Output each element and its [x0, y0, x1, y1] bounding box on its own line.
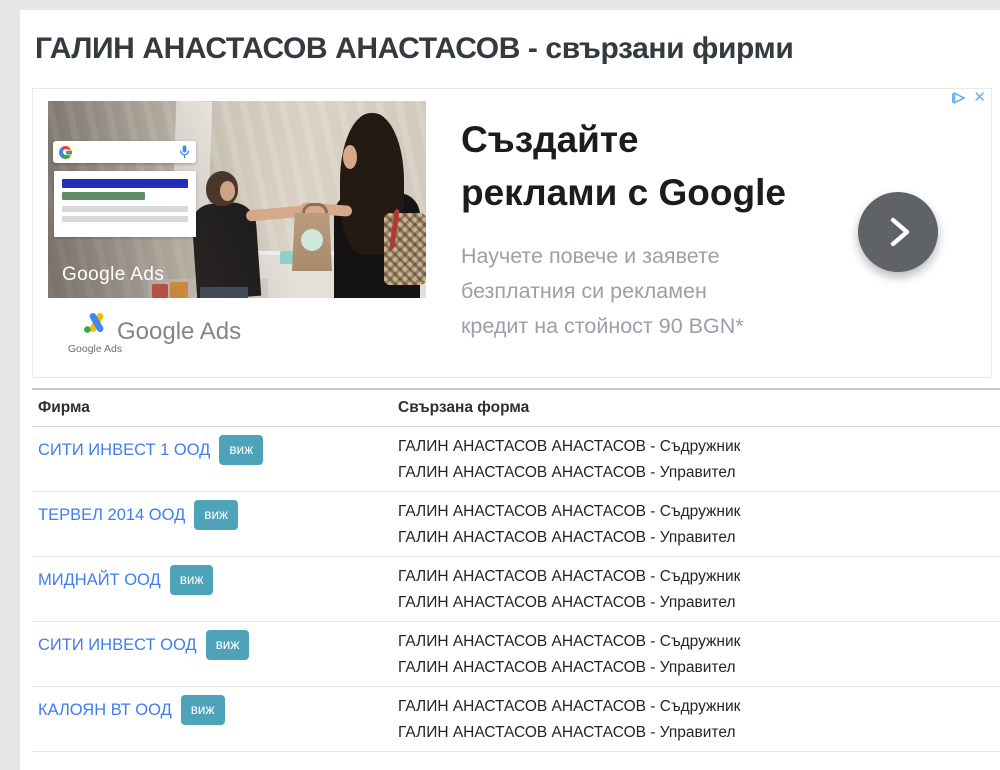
relations-cell: ГАЛИН АНАСТАСОВ АНАСТАСОВ - Съдружник ГА…	[398, 432, 994, 486]
relation-line: ГАЛИН АНАСТАСОВ АНАСТАСОВ - Съдружник	[398, 564, 994, 590]
company-link[interactable]: СИТИ ИНВЕСТ 1 ООД	[38, 441, 210, 460]
company-cell: КАЛОЯН ВТ ООД виж	[38, 692, 398, 728]
close-icon[interactable]: ✕	[973, 91, 986, 105]
ad-banner[interactable]: ✕	[32, 88, 992, 378]
table-header: Фирма Свързана форма	[32, 388, 1000, 427]
content-card: ГАЛИН АНАСТАСОВ АНАСТАСОВ - свързани фир…	[20, 10, 1000, 770]
google-g-icon	[59, 146, 72, 159]
relation-line: ГАЛИН АНАСТАСОВ АНАСТАСОВ - Съдружник	[398, 499, 994, 525]
header-company: Фирма	[38, 399, 398, 417]
adchoices-icon[interactable]	[951, 91, 967, 105]
ad-headline-line: Създайте	[461, 113, 786, 166]
company-link[interactable]: КАЛОЯН ВТ ООД	[38, 701, 172, 720]
relation-line: ГАЛИН АНАСТАСОВ АНАСТАСОВ - Управител	[398, 525, 994, 551]
ad-body-line: кредит на стойност 90 BGN*	[461, 309, 781, 344]
ad-body-line: Научете повече и заявете	[461, 239, 781, 274]
relation-line: ГАЛИН АНАСТАСОВ АНАСТАСОВ - Управител	[398, 720, 994, 746]
view-button[interactable]: виж	[206, 630, 250, 660]
google-ads-logo-icon	[82, 311, 109, 334]
header-relation: Свързана форма	[398, 399, 529, 417]
view-button[interactable]: виж	[170, 565, 214, 595]
search-bar-mockup	[53, 141, 196, 163]
serp-url-bar	[62, 192, 145, 200]
ad-headline-line: реклами с Google	[461, 166, 786, 219]
ad-cta-button[interactable]	[858, 192, 938, 272]
table-row: КАЛОЯН ВТ ООД виж ГАЛИН АНАСТАСОВ АНАСТА…	[32, 687, 1000, 752]
companies-table: Фирма Свързана форма СИТИ ИНВЕСТ 1 ООД в…	[32, 388, 1000, 752]
serp-text-bar	[62, 216, 188, 222]
serp-card-mockup	[54, 171, 196, 237]
page-title: ГАЛИН АНАСТАСОВ АНАСТАСОВ - свързани фир…	[35, 32, 975, 66]
relations-cell: ГАЛИН АНАСТАСОВ АНАСТАСОВ - Съдружник ГА…	[398, 562, 994, 616]
relation-line: ГАЛИН АНАСТАСОВ АНАСТАСОВ - Съдружник	[398, 629, 994, 655]
company-cell: МИДНАЙТ ООД виж	[38, 562, 398, 598]
view-button[interactable]: виж	[219, 435, 263, 465]
relation-line: ГАЛИН АНАСТАСОВ АНАСТАСОВ - Съдружник	[398, 434, 994, 460]
relations-cell: ГАЛИН АНАСТАСОВ АНАСТАСОВ - Съдружник ГА…	[398, 497, 994, 551]
view-button[interactable]: виж	[194, 500, 238, 530]
ad-controls: ✕	[951, 91, 986, 105]
company-link[interactable]: ТЕРВЕЛ 2014 ООД	[38, 506, 185, 525]
table-row: МИДНАЙТ ООД виж ГАЛИН АНАСТАСОВ АНАСТАСО…	[32, 557, 1000, 622]
relations-cell: ГАЛИН АНАСТАСОВ АНАСТАСОВ - Съдружник ГА…	[398, 692, 994, 746]
table-row: СИТИ ИНВЕСТ 1 ООД виж ГАЛИН АНАСТАСОВ АН…	[32, 427, 1000, 492]
company-cell: ТЕРВЕЛ 2014 ООД виж	[38, 497, 398, 533]
table-row: СИТИ ИНВЕСТ ООД виж ГАЛИН АНАСТАСОВ АНАС…	[32, 622, 1000, 687]
serp-text-bar	[62, 206, 188, 212]
view-button[interactable]: виж	[181, 695, 225, 725]
company-cell: СИТИ ИНВЕСТ ООД виж	[38, 627, 398, 663]
ad-body-text: Научете повече и заявете безплатния си р…	[461, 239, 781, 344]
relations-cell: ГАЛИН АНАСТАСОВ АНАСТАСОВ - Съдружник ГА…	[398, 627, 994, 681]
ad-photo: Google Ads	[48, 101, 426, 298]
relation-line: ГАЛИН АНАСТАСОВ АНАСТАСОВ - Управител	[398, 590, 994, 616]
company-link[interactable]: СИТИ ИНВЕСТ ООД	[38, 636, 197, 655]
serp-title-bar	[62, 179, 188, 188]
relation-line: ГАЛИН АНАСТАСОВ АНАСТАСОВ - Управител	[398, 655, 994, 681]
advertiser-name: Google Ads	[117, 318, 241, 346]
relation-line: ГАЛИН АНАСТАСОВ АНАСТАСОВ - Управител	[398, 460, 994, 486]
microphone-icon	[179, 145, 190, 159]
ad-headline: Създайте реклами с Google	[461, 113, 786, 219]
company-cell: СИТИ ИНВЕСТ 1 ООД виж	[38, 432, 398, 468]
relation-line: ГАЛИН АНАСТАСОВ АНАСТАСОВ - Съдружник	[398, 694, 994, 720]
chevron-right-icon	[881, 215, 915, 249]
photo-brand-label: Google Ads	[62, 264, 164, 286]
company-link[interactable]: МИДНАЙТ ООД	[38, 571, 161, 590]
ad-body-line: безплатния си рекламен	[461, 274, 781, 309]
table-row: ТЕРВЕЛ 2014 ООД виж ГАЛИН АНАСТАСОВ АНАС…	[32, 492, 1000, 557]
